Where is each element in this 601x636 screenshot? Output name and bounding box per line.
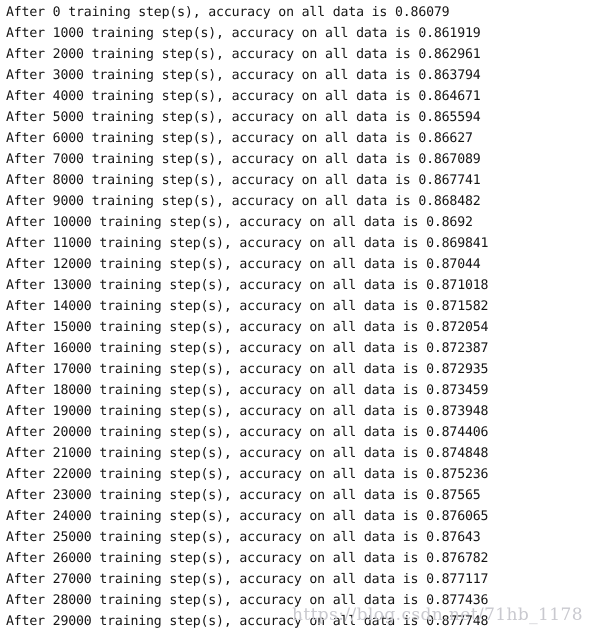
log-line: After 17000 training step(s), accuracy o… (6, 362, 489, 377)
log-line: After 2000 training step(s), accuracy on… (6, 47, 481, 62)
log-line: After 3000 training step(s), accuracy on… (6, 68, 481, 83)
log-line: After 10000 training step(s), accuracy o… (6, 215, 473, 230)
console-output: After 0 training step(s), accuracy on al… (0, 0, 601, 632)
log-line: After 13000 training step(s), accuracy o… (6, 278, 489, 293)
log-line: After 21000 training step(s), accuracy o… (6, 446, 489, 461)
log-line: After 0 training step(s), accuracy on al… (6, 5, 450, 20)
log-line: After 12000 training step(s), accuracy o… (6, 257, 481, 272)
log-line: After 24000 training step(s), accuracy o… (6, 509, 489, 524)
log-line: After 29000 training step(s), accuracy o… (6, 614, 489, 629)
log-line: After 19000 training step(s), accuracy o… (6, 404, 489, 419)
log-line: After 18000 training step(s), accuracy o… (6, 383, 489, 398)
log-line: After 11000 training step(s), accuracy o… (6, 236, 489, 251)
log-line: After 9000 training step(s), accuracy on… (6, 194, 481, 209)
log-line: After 1000 training step(s), accuracy on… (6, 26, 481, 41)
log-line: After 15000 training step(s), accuracy o… (6, 320, 489, 335)
log-line: After 5000 training step(s), accuracy on… (6, 110, 481, 125)
log-line: After 4000 training step(s), accuracy on… (6, 89, 481, 104)
log-line: After 7000 training step(s), accuracy on… (6, 152, 481, 167)
log-line: After 14000 training step(s), accuracy o… (6, 299, 489, 314)
log-line: After 28000 training step(s), accuracy o… (6, 593, 489, 608)
log-line: After 22000 training step(s), accuracy o… (6, 467, 489, 482)
log-line: After 26000 training step(s), accuracy o… (6, 551, 489, 566)
log-line: After 6000 training step(s), accuracy on… (6, 131, 473, 146)
log-line: After 16000 training step(s), accuracy o… (6, 341, 489, 356)
log-line: After 8000 training step(s), accuracy on… (6, 173, 481, 188)
log-line: After 23000 training step(s), accuracy o… (6, 488, 481, 503)
log-line: After 20000 training step(s), accuracy o… (6, 425, 489, 440)
log-line: After 27000 training step(s), accuracy o… (6, 572, 489, 587)
log-line: After 25000 training step(s), accuracy o… (6, 530, 481, 545)
